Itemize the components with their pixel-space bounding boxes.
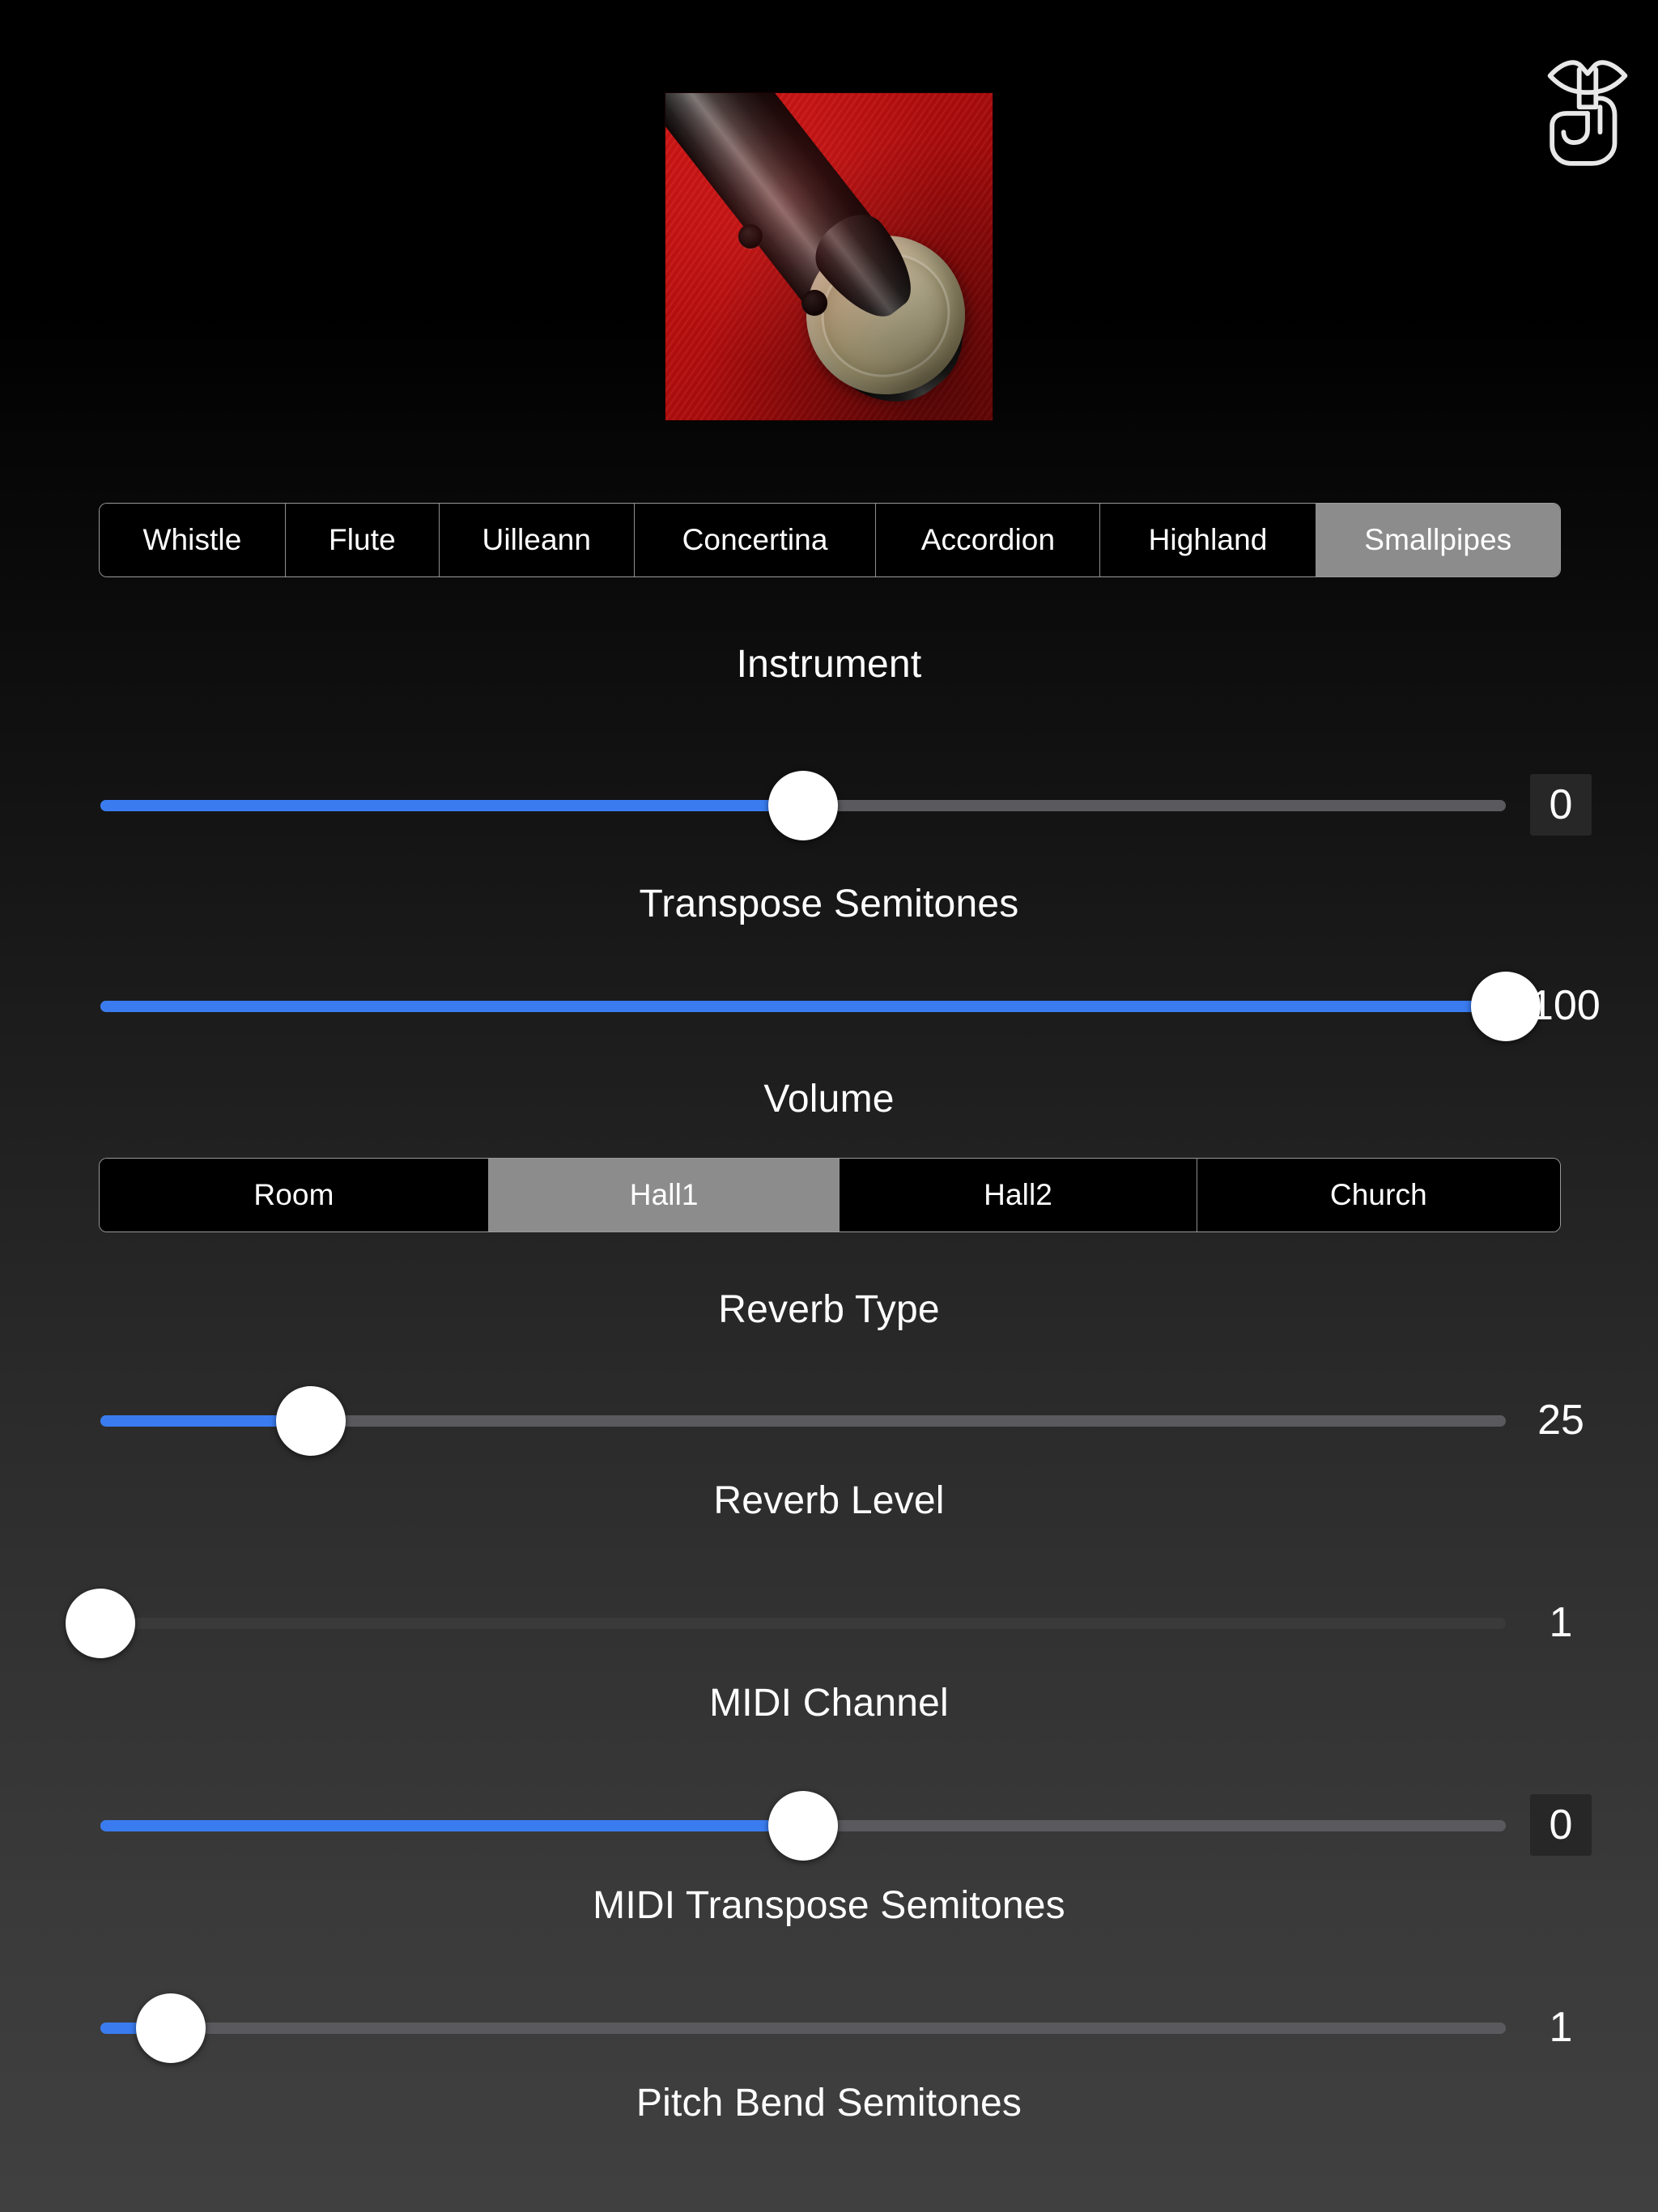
app-root: Whistle Flute Uilleann Concertina Accordion H… bbox=[0, 0, 1658, 2212]
midi-transpose-semitones-thumb[interactable] bbox=[768, 1791, 838, 1861]
segment-instrument-label: Concertina bbox=[682, 523, 828, 556]
segment-reverb-hall1[interactable]: Hall1 bbox=[488, 1159, 840, 1231]
instrument-label: Instrument bbox=[736, 643, 922, 686]
volume-value: 100 bbox=[1530, 982, 1601, 1029]
instrument-artwork bbox=[665, 93, 993, 420]
segment-instrument-label: Highland bbox=[1148, 523, 1268, 556]
segment-instrument-uilleann[interactable]: Uilleann bbox=[439, 504, 635, 576]
segment-instrument-accordion[interactable]: Accordion bbox=[876, 504, 1101, 576]
reverb-level-value: 25 bbox=[1537, 1397, 1584, 1444]
midi-transpose-semitones-slider[interactable]: 0 bbox=[0, 1781, 1658, 1870]
segment-instrument-flute[interactable]: Flute bbox=[285, 504, 440, 576]
segment-instrument-label: Accordion bbox=[920, 523, 1056, 556]
instrument-segmented-control[interactable]: Whistle Flute Uilleann Concertina Accordion H… bbox=[99, 503, 1561, 577]
midi-transpose-semitones-value: 0 bbox=[1530, 1794, 1592, 1856]
segment-reverb-label: Church bbox=[1329, 1178, 1427, 1211]
reverb-type-label: Reverb Type bbox=[718, 1288, 940, 1331]
midi-channel-track[interactable] bbox=[100, 1618, 1506, 1629]
segment-instrument-label: Smallpipes bbox=[1364, 523, 1512, 556]
midi-channel-thumb[interactable] bbox=[66, 1589, 135, 1658]
segment-reverb-hall2[interactable]: Hall2 bbox=[840, 1159, 1197, 1231]
segment-instrument-concertina[interactable]: Concertina bbox=[634, 504, 877, 576]
midi-channel-value: 1 bbox=[1549, 1599, 1573, 1646]
segment-reverb-room[interactable]: Room bbox=[100, 1159, 489, 1231]
midi-transpose-semitones-fill bbox=[100, 1820, 803, 1831]
segment-reverb-church[interactable]: Church bbox=[1197, 1159, 1560, 1231]
reverb-level-slider[interactable]: 25 bbox=[0, 1376, 1658, 1465]
segment-instrument-label: Uilleann bbox=[482, 523, 592, 556]
pitch-bend-semitones-thumb[interactable] bbox=[135, 1993, 206, 2063]
segment-instrument-smallpipes[interactable]: Smallpipes bbox=[1316, 504, 1560, 576]
pitch-bend-semitones-track[interactable] bbox=[100, 2023, 1506, 2034]
shush-finger-on-lips-icon bbox=[1535, 34, 1640, 168]
segment-instrument-highland[interactable]: Highland bbox=[1100, 504, 1316, 576]
pitch-bend-semitones-label: Pitch Bend Semitones bbox=[636, 2082, 1022, 2125]
transpose-semitones-slider[interactable]: 0 bbox=[0, 761, 1658, 850]
transpose-semitones-fill bbox=[100, 800, 803, 811]
volume-label: Volume bbox=[763, 1078, 895, 1121]
volume-fill bbox=[100, 1001, 1506, 1012]
segment-reverb-label: Room bbox=[253, 1178, 334, 1211]
midi-channel-slider[interactable]: 1 bbox=[0, 1579, 1658, 1668]
transpose-semitones-thumb[interactable] bbox=[768, 771, 838, 840]
reverb-level-thumb[interactable] bbox=[276, 1386, 346, 1456]
midi-transpose-semitones-label: MIDI Transpose Semitones bbox=[593, 1884, 1065, 1927]
volume-slider[interactable]: 100 bbox=[0, 962, 1658, 1051]
artwork-vignette bbox=[665, 93, 993, 420]
volume-track[interactable] bbox=[100, 1001, 1506, 1012]
pitch-bend-semitones-slider[interactable]: 1 bbox=[0, 1984, 1658, 2073]
midi-channel-label: MIDI Channel bbox=[709, 1682, 949, 1725]
transpose-semitones-value: 0 bbox=[1530, 774, 1592, 836]
pitch-bend-semitones-value: 1 bbox=[1549, 2004, 1573, 2051]
reverb-type-segmented-control[interactable]: Room Hall1 Hall2 Church bbox=[99, 1158, 1561, 1232]
transpose-semitones-label: Transpose Semitones bbox=[639, 883, 1019, 925]
reverb-level-label: Reverb Level bbox=[713, 1479, 945, 1522]
segment-instrument-label: Whistle bbox=[142, 523, 242, 556]
segment-reverb-label: Hall2 bbox=[984, 1178, 1052, 1211]
segment-instrument-label: Flute bbox=[329, 523, 396, 556]
segment-reverb-label: Hall1 bbox=[629, 1178, 699, 1211]
segment-instrument-whistle[interactable]: Whistle bbox=[100, 504, 286, 576]
